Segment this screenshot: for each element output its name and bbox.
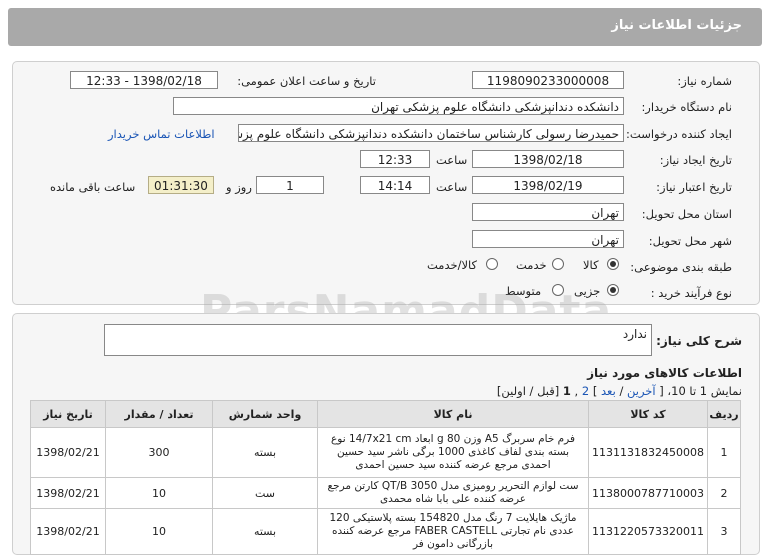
table-row[interactable]: 3 1131220573320011 ماژیک هایلایت 7 رنگ م… (29, 508, 741, 555)
buyer-contact-link[interactable]: اطلاعات تماس خریدار (108, 127, 215, 141)
cell-unit: ست (212, 477, 319, 509)
col-date: تاریخ نیاز (29, 400, 107, 428)
cell-name: ست لوازم التحریر رومیزی مدل QT/B 3050 کا… (317, 477, 590, 509)
category-radio-goods-service[interactable] (486, 258, 498, 270)
category-option-goods: کالا (583, 258, 599, 272)
table-header-row: ردیف کد کالا نام کالا واحد شمارش تعداد /… (29, 400, 741, 428)
pagination-rest: [قبل / اولین] (496, 384, 560, 398)
buyer-field: دانشکده دندانپزشکی دانشگاه علوم پزشکی ته… (173, 97, 624, 115)
validity-label: تاریخ اعتبار نیاز: (656, 180, 732, 194)
summary-field: ندارد (104, 324, 652, 356)
category-option-goods-service: کالا/خدمت (427, 258, 478, 272)
city-field: تهران (472, 230, 624, 248)
city-label: شهر محل تحویل: (648, 234, 732, 248)
cell-date: 1398/02/21 (29, 477, 107, 509)
page-title: جزئیات اطلاعات نیاز (611, 18, 742, 33)
col-name: نام کالا (317, 400, 590, 428)
validity-date-field: 1398/02/19 (472, 176, 624, 194)
remaining-time-field: 01:31:30 (148, 176, 214, 194)
created-date-field: 1398/02/18 (472, 150, 624, 168)
cell-unit: بسته (212, 508, 319, 555)
pagination-page-1: 1 (562, 384, 571, 398)
items-table: ردیف کد کالا نام کالا واحد شمارش تعداد /… (29, 400, 741, 555)
category-label: طبقه بندی موضوعی: (630, 260, 732, 274)
cell-name: فرم خام سربرگ A5 وزن 80 g ابعاد 14/7x21 … (317, 427, 590, 478)
cell-row: 3 (707, 508, 741, 555)
page-header: جزئیات اطلاعات نیاز (8, 8, 762, 46)
announce-label: تاریخ و ساعت اعلان عمومی: (237, 74, 376, 88)
pagination-prefix: نمایش 1 تا 10، (667, 384, 742, 398)
cell-unit: بسته (212, 427, 319, 478)
validity-time-field: 14:14 (360, 176, 430, 194)
province-field: تهران (472, 203, 624, 221)
creator-field: حمیدرضا رسولی کارشناس ساختمان دانشکده دن… (238, 124, 624, 142)
pagination: نمایش 1 تا 10، [ آخرین / بعد ] 2 , 1 [قب… (496, 384, 742, 398)
process-label: نوع فرآیند خرید : (650, 286, 732, 300)
remaining-days-field: 1 (256, 176, 324, 194)
pagination-last-link[interactable]: آخرین (627, 384, 656, 398)
cell-date: 1398/02/21 (29, 508, 107, 555)
cell-qty: 300 (105, 427, 214, 478)
need-number-label: شماره نیاز: (677, 74, 732, 88)
col-code: کد کالا (588, 400, 708, 428)
cell-code: 1131220573320011 (588, 508, 708, 555)
summary-label: شرح کلی نیاز: (656, 334, 742, 348)
created-time-label: ساعت (436, 153, 468, 167)
pagination-next-link[interactable]: بعد (601, 384, 616, 398)
buyer-label: نام دستگاه خریدار: (641, 100, 732, 114)
province-label: استان محل تحویل: (641, 207, 732, 221)
created-time-field: 12:33 (360, 150, 430, 168)
validity-time-label: ساعت (436, 180, 468, 194)
items-title: اطلاعات کالاهای مورد نیاز (587, 366, 742, 380)
col-qty: تعداد / مقدار (105, 400, 214, 428)
category-radio-service[interactable] (552, 258, 564, 270)
col-unit: واحد شمارش (212, 400, 319, 428)
cell-date: 1398/02/21 (29, 427, 107, 478)
cell-qty: 10 (105, 477, 214, 509)
table-row[interactable]: 1 1131131832450008 فرم خام سربرگ A5 وزن … (29, 427, 741, 478)
created-date-label: تاریخ ایجاد نیاز: (659, 153, 732, 167)
col-row: ردیف (707, 400, 741, 428)
cell-code: 1131131832450008 (588, 427, 708, 478)
cell-code: 1138000787710003 (588, 477, 708, 509)
table-row[interactable]: 2 1138000787710003 ست لوازم التحریر رومی… (29, 477, 741, 509)
cell-qty: 10 (105, 508, 214, 555)
need-number-field: 1198090233000008 (472, 71, 624, 89)
cell-row: 2 (707, 477, 741, 509)
creator-label: ایجاد کننده درخواست: (626, 127, 732, 141)
cell-row: 1 (707, 427, 741, 478)
category-radio-goods[interactable] (607, 258, 619, 270)
remaining-label: ساعت باقی مانده (50, 180, 136, 194)
days-label: روز و (226, 180, 252, 194)
cell-name: ماژیک هایلایت 7 رنگ مدل 154820 بسته پلاس… (317, 508, 590, 555)
category-option-service: خدمت (516, 258, 547, 272)
announce-field: 1398/02/18 - 12:33 (70, 71, 218, 89)
